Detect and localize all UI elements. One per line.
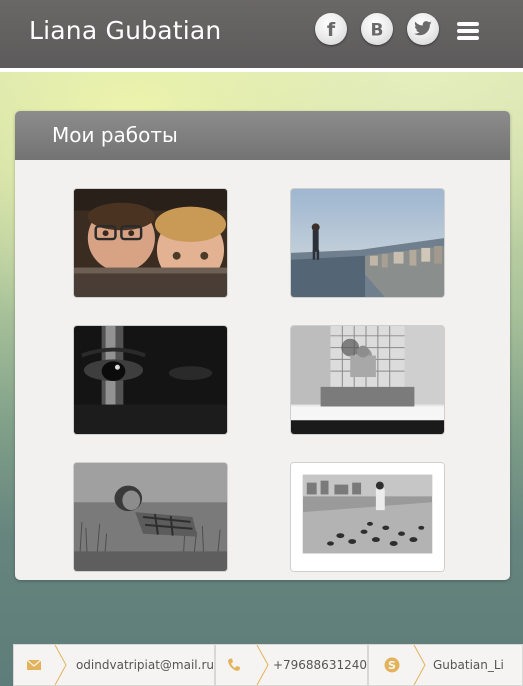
vkontakte-button[interactable]: B	[361, 13, 393, 45]
twitter-button[interactable]	[407, 13, 439, 45]
grass-photo	[74, 463, 227, 571]
phone-icon	[227, 658, 240, 671]
envelope-icon	[26, 660, 41, 670]
works-panel: Мои работы	[15, 111, 510, 580]
work-thumb-window[interactable]	[290, 325, 445, 435]
work-thumb-rooftop[interactable]	[290, 188, 445, 298]
skype-text[interactable]: Gubatian_Li	[433, 658, 504, 672]
facebook-icon: f	[327, 19, 336, 39]
eye-photo	[74, 326, 227, 434]
svg-text:S: S	[388, 659, 396, 672]
header-bar: Liana Gubatian f B	[0, 0, 523, 72]
works-title: Мои работы	[52, 123, 178, 147]
window-photo	[291, 326, 444, 434]
svg-text:B: B	[371, 21, 384, 40]
separator-chevron	[256, 645, 269, 685]
twitter-icon	[414, 21, 432, 36]
separator-chevron	[54, 645, 67, 685]
skype-icon-cell: S	[369, 645, 415, 685]
pigeons-photo	[291, 463, 444, 571]
work-thumb-children[interactable]	[73, 188, 228, 298]
site-title[interactable]: Liana Gubatian	[29, 16, 221, 45]
children-photo	[74, 189, 227, 297]
email-text[interactable]: odindvatripiat@mail.ru	[76, 658, 214, 672]
facebook-button[interactable]: f	[315, 13, 347, 45]
phone-text[interactable]: +79688631240	[273, 658, 367, 672]
svg-text:f: f	[327, 19, 336, 39]
menu-line	[457, 36, 479, 40]
contact-phone[interactable]: +79688631240	[215, 644, 368, 686]
work-thumb-grass[interactable]	[73, 462, 228, 572]
phone-icon-cell	[216, 645, 251, 685]
contact-skype[interactable]: S Gubatian_Li	[368, 644, 523, 686]
work-thumb-pigeons[interactable]	[290, 462, 445, 572]
menu-line	[457, 29, 479, 33]
hamburger-menu-icon[interactable]	[457, 22, 479, 40]
vkontakte-icon: B	[371, 21, 384, 40]
email-icon-cell	[14, 645, 54, 685]
contacts-bar: odindvatripiat@mail.ru +79688631240 S Gu…	[13, 644, 523, 686]
contact-email[interactable]: odindvatripiat@mail.ru	[13, 644, 215, 686]
rooftop-photo	[291, 189, 444, 297]
menu-line	[457, 22, 479, 26]
skype-icon: S	[384, 657, 400, 673]
separator-chevron	[413, 645, 426, 685]
work-thumb-eye[interactable]	[73, 325, 228, 435]
